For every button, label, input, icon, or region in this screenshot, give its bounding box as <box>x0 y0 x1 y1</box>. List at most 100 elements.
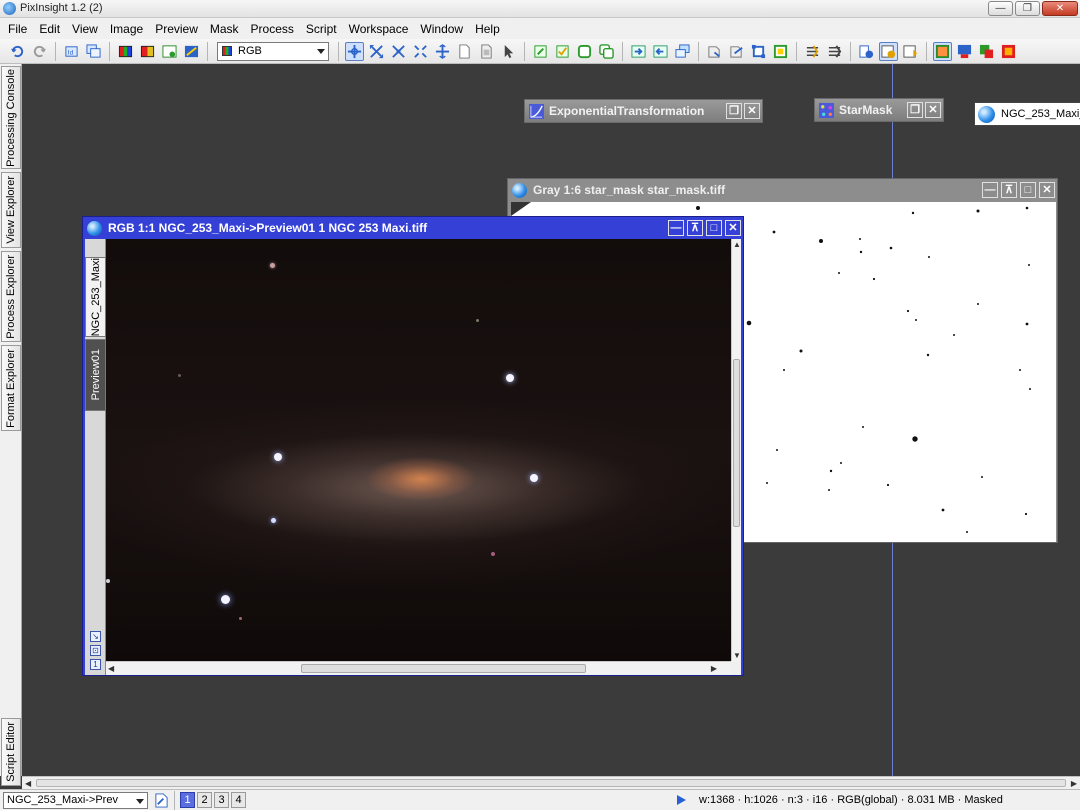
galaxy-image[interactable] <box>106 239 731 661</box>
image-window-titlebar[interactable]: Gray 1:6 star_mask star_mask.tiff — ⊼ □ … <box>508 179 1057 201</box>
tab-processing-console[interactable]: Processing Console <box>1 66 21 169</box>
script-run-button[interactable] <box>803 42 822 61</box>
tab-script-editor[interactable]: Script Editor <box>1 718 21 786</box>
stf-link-button[interactable] <box>999 42 1018 61</box>
close-button[interactable]: ✕ <box>1039 182 1055 198</box>
menu-help[interactable]: Help <box>469 22 506 36</box>
workspace-1-button[interactable]: 1 <box>180 792 195 808</box>
vertical-scrollbar[interactable]: ▲ ▼ <box>731 239 741 661</box>
scroll-up-icon[interactable]: ▲ <box>733 240 741 249</box>
restore-button[interactable]: ❐ <box>726 103 742 119</box>
close-button[interactable]: ✕ <box>744 103 760 119</box>
restore-button[interactable]: ❐ <box>907 102 923 118</box>
image-icon-ngc253[interactable]: NGC_253_Maxi_L <box>974 102 1080 126</box>
scroll-left-icon[interactable]: ◀ <box>108 664 114 673</box>
image-window-titlebar[interactable]: RGB 1:1 NGC_253_Maxi->Preview01 1 NGC 25… <box>83 217 743 239</box>
screen-transfer-button[interactable] <box>933 41 952 61</box>
crop-button[interactable] <box>749 42 768 61</box>
close-button[interactable]: ✕ <box>1042 1 1078 16</box>
horizontal-scrollbar[interactable]: ◀ ▶ <box>106 661 731 675</box>
restore-button[interactable]: ❐ <box>1015 1 1040 16</box>
workspace-horizontal-scrollbar[interactable]: ◀ ▶ <box>22 776 1080 789</box>
zoom-one-icon[interactable]: 1 <box>90 659 101 670</box>
mask-remove-button[interactable] <box>597 42 616 61</box>
process-apply-button[interactable] <box>629 42 648 61</box>
new-image-button[interactable] <box>160 42 179 61</box>
zoom-box-icon[interactable]: ⊡ <box>90 645 101 656</box>
menu-file[interactable]: File <box>2 22 33 36</box>
stf-reset-button[interactable] <box>977 42 996 61</box>
minimize-button[interactable]: — <box>668 220 684 236</box>
exponential-transformation-icon-window[interactable]: ExponentialTransformation ❐ ✕ <box>524 99 763 123</box>
statistics-button[interactable] <box>879 41 898 61</box>
channel-extract-button[interactable] <box>138 42 157 61</box>
tab-format-explorer[interactable]: Format Explorer <box>1 345 21 431</box>
menu-preview[interactable]: Preview <box>149 22 204 36</box>
menu-mask[interactable]: Mask <box>204 22 245 36</box>
one-to-one-button[interactable] <box>433 42 452 61</box>
pointer-button[interactable] <box>499 42 518 61</box>
shade-button[interactable]: ⊼ <box>1001 182 1017 198</box>
maximize-button[interactable]: □ <box>706 220 722 236</box>
minimize-button[interactable]: — <box>982 182 998 198</box>
zoom-in-button[interactable] <box>367 42 386 61</box>
process-title: ExponentialTransformation <box>549 104 705 118</box>
redo-button[interactable] <box>30 42 49 61</box>
menu-script[interactable]: Script <box>300 22 343 36</box>
tab-view-explorer[interactable]: View Explorer <box>1 172 21 248</box>
image-properties-button[interactable] <box>182 42 201 61</box>
mask-enable-button[interactable] <box>531 42 550 61</box>
shade-button[interactable]: ⊼ <box>687 220 703 236</box>
close-button[interactable]: ✕ <box>725 220 741 236</box>
play-icon[interactable] <box>677 795 686 805</box>
rgb-channels-button[interactable] <box>116 42 135 61</box>
readout-button[interactable] <box>901 42 920 61</box>
workspace-3-button[interactable]: 3 <box>214 792 229 808</box>
scroll-right-icon[interactable]: ▶ <box>1071 779 1077 788</box>
tab-preview01[interactable]: Preview01 <box>85 339 106 411</box>
edit-preview-button[interactable] <box>477 42 496 61</box>
pan-mode-button[interactable] <box>345 41 364 61</box>
starmask-icon-window[interactable]: StarMask ❐ ✕ <box>814 98 944 122</box>
menu-workspace[interactable]: Workspace <box>343 22 415 36</box>
tab-process-explorer[interactable]: Process Explorer <box>1 251 21 342</box>
mask-invert-button[interactable] <box>575 42 594 61</box>
duplicate-button[interactable] <box>84 42 103 61</box>
fit-view-button[interactable] <box>411 42 430 61</box>
stf-auto-button[interactable] <box>955 42 974 61</box>
scroll-thumb[interactable] <box>36 779 1066 787</box>
process-container-button[interactable] <box>673 42 692 61</box>
history-forward-button[interactable] <box>727 42 746 61</box>
new-preview-button[interactable] <box>455 42 474 61</box>
tab-main-view[interactable]: NGC_253_Maxi <box>85 257 106 337</box>
scroll-thumb[interactable] <box>301 664 586 673</box>
workspace-2-button[interactable]: 2 <box>197 792 212 808</box>
zoom-fit-icon[interactable]: ↘ <box>90 631 101 642</box>
scroll-left-icon[interactable]: ◀ <box>25 779 31 788</box>
identifier-button[interactable]: Id <box>62 42 81 61</box>
info-button[interactable] <box>857 42 876 61</box>
menu-process[interactable]: Process <box>245 22 300 36</box>
maximize-button[interactable]: □ <box>1020 182 1036 198</box>
channel-select[interactable]: RGB <box>217 41 329 61</box>
undo-button[interactable] <box>8 42 27 61</box>
menu-window[interactable]: Window <box>414 22 469 36</box>
zoom-out-button[interactable] <box>389 42 408 61</box>
view-mode-button[interactable] <box>152 791 171 810</box>
workspace-4-button[interactable]: 4 <box>231 792 246 808</box>
menu-image[interactable]: Image <box>104 22 149 36</box>
script-debug-button[interactable] <box>825 42 844 61</box>
scroll-down-icon[interactable]: ▼ <box>733 651 741 660</box>
scroll-thumb[interactable] <box>733 359 740 527</box>
selection-button[interactable] <box>771 42 790 61</box>
menu-view[interactable]: View <box>66 22 104 36</box>
process-apply-global-button[interactable] <box>651 42 670 61</box>
close-button[interactable]: ✕ <box>925 102 941 118</box>
scroll-right-icon[interactable]: ▶ <box>711 664 717 673</box>
mask-show-button[interactable] <box>553 42 572 61</box>
rgb-preview-image-window[interactable]: RGB 1:1 NGC_253_Maxi->Preview01 1 NGC 25… <box>82 216 744 676</box>
view-selector[interactable]: NGC_253_Maxi->Prev <box>3 791 148 809</box>
menu-edit[interactable]: Edit <box>33 22 66 36</box>
history-back-button[interactable] <box>705 42 724 61</box>
minimize-button[interactable]: — <box>988 1 1013 16</box>
